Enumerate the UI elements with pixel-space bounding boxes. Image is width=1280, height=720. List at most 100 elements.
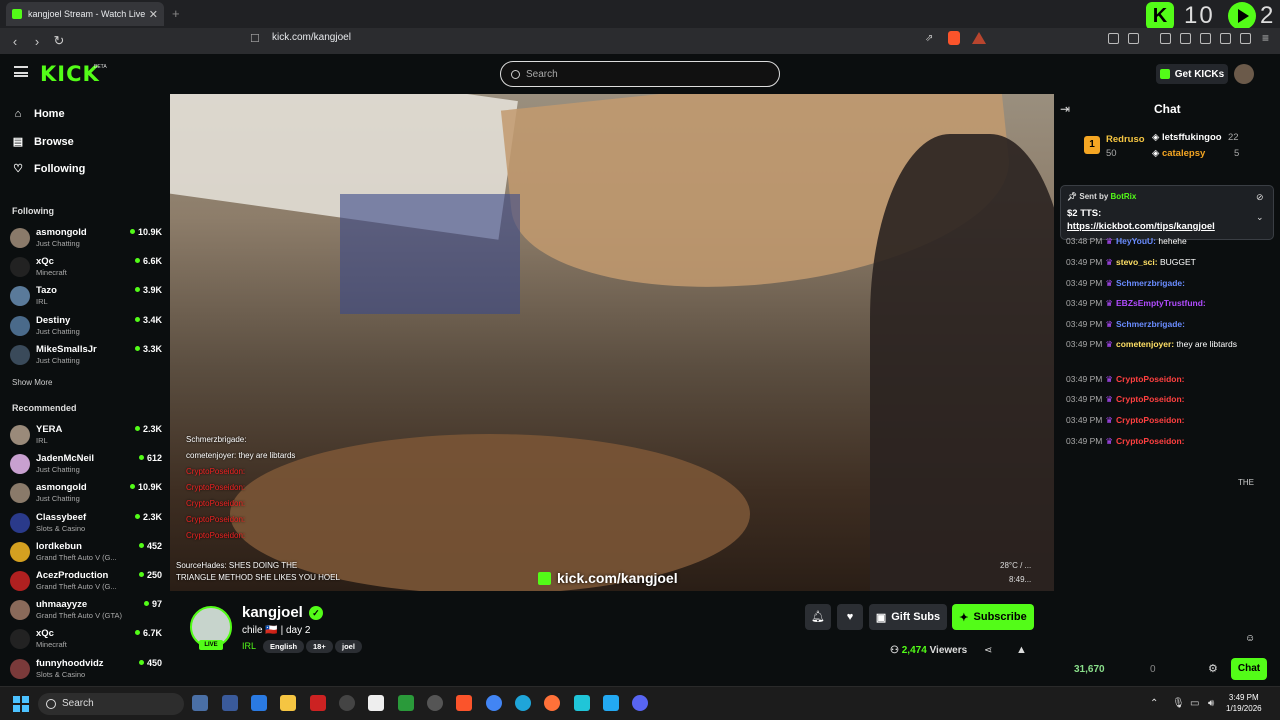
- app-icon[interactable]: [339, 695, 355, 711]
- reload-icon[interactable]: ↻: [48, 33, 70, 49]
- extension-icon[interactable]: [1128, 33, 1139, 44]
- pinned-message[interactable]: 📌︎ Sent by BotRix $2 TTS: https://kickbo…: [1060, 185, 1274, 240]
- chat-username[interactable]: Schmerzbrigade:: [1116, 278, 1185, 288]
- chat-message[interactable]: 03:49 PM ♛ Schmerzbrigade:: [1066, 319, 1185, 330]
- chat-message[interactable]: 03:49 PM ♛ cometenjoyer: they are libtards: [1066, 339, 1237, 350]
- streamer-name[interactable]: kangjoel ✓: [242, 604, 323, 621]
- report-icon[interactable]: ▲: [1016, 644, 1027, 656]
- brave-browser-icon[interactable]: [456, 695, 472, 711]
- chat-username[interactable]: cometenjoyer:: [1116, 339, 1174, 349]
- app-icon[interactable]: [310, 695, 326, 711]
- notification-bell-button[interactable]: 🔔︎: [805, 604, 831, 630]
- subscribe-button[interactable]: ✦ Subscribe: [952, 604, 1034, 630]
- discord-icon[interactable]: [632, 695, 648, 711]
- chat-message[interactable]: 03:49 PM ♛ CryptoPoseidon:: [1066, 415, 1185, 426]
- pinned-link[interactable]: https://kickbot.com/tips/kangjoel: [1067, 221, 1215, 232]
- chat-message[interactable]: 03:49 PM ♛ CryptoPoseidon:: [1066, 394, 1185, 405]
- chat-username[interactable]: stevo_sci:: [1116, 257, 1158, 267]
- chat-settings-icon[interactable]: ⚙: [1208, 662, 1218, 675]
- app-icon[interactable]: [427, 695, 443, 711]
- chat-username[interactable]: HeyYouU:: [1116, 236, 1156, 246]
- chat-username[interactable]: Schmerzbrigade:: [1116, 319, 1185, 329]
- stream-category[interactable]: IRL: [242, 641, 256, 651]
- video-player[interactable]: [170, 94, 1054, 591]
- sidebar-channel[interactable]: asmongold Just Chatting 10.9K: [10, 224, 162, 253]
- share-icon[interactable]: ⋖: [984, 645, 992, 656]
- sidebar-item-home[interactable]: ⌂ Home: [12, 108, 65, 120]
- sidebar-item-following[interactable]: ♡ Following: [12, 162, 85, 176]
- browser-tab[interactable]: kangjoel Stream - Watch Live ✕: [6, 2, 164, 26]
- send-chat-button[interactable]: Chat: [1231, 658, 1267, 680]
- sidebar-icon[interactable]: [1180, 33, 1191, 44]
- extension-icon[interactable]: [1108, 33, 1119, 44]
- sidebar-channel[interactable]: MikeSmallsJr Just Chatting 3.3K: [10, 341, 162, 370]
- sidebar-channel[interactable]: xQc Minecraft 6.7K: [10, 625, 162, 654]
- tag-english[interactable]: English: [263, 640, 305, 653]
- mic-icon[interactable]: 🎙︎: [1172, 698, 1185, 709]
- chat-username[interactable]: CryptoPoseidon:: [1116, 415, 1184, 425]
- chat-message[interactable]: 03:49 PM ♛ stevo_sci: BUGGET: [1066, 257, 1196, 268]
- kick-logo[interactable]: KICK: [40, 62, 100, 86]
- task-view-icon[interactable]: [192, 695, 208, 711]
- gifter-2[interactable]: ◈ letsffukingoo: [1152, 132, 1222, 143]
- sidebar-channel[interactable]: AcezProduction Grand Theft Auto V (G... 25…: [10, 567, 162, 596]
- chat-message[interactable]: 03:49 PM ♛ EBZsEmptyTrustfund:: [1066, 298, 1206, 309]
- sidebar-channel[interactable]: Classybeef Slots & Casino 2.3K: [10, 509, 162, 538]
- app-icon[interactable]: [574, 695, 590, 711]
- edge-icon[interactable]: [515, 695, 531, 711]
- chat-message[interactable]: 03:49 PM ♛ Schmerzbrigade:: [1066, 278, 1185, 289]
- sidebar-channel[interactable]: Destiny Just Chatting 3.4K: [10, 312, 162, 341]
- new-tab-button[interactable]: +: [172, 6, 180, 21]
- share-page-icon[interactable]: ⇗: [925, 33, 933, 44]
- show-more-link[interactable]: Show More: [12, 378, 52, 387]
- network-icon[interactable]: ▭: [1190, 698, 1199, 709]
- gifter-3[interactable]: ◈ catalepsy: [1152, 148, 1205, 159]
- taskbar-clock[interactable]: 3:49 PM 1/19/2026: [1226, 692, 1262, 714]
- sidebar-channel[interactable]: xQc Minecraft 6.6K: [10, 253, 162, 282]
- chat-message[interactable]: 03:49 PM ♛ CryptoPoseidon:: [1066, 374, 1185, 385]
- brave-shield-icon[interactable]: [948, 31, 960, 45]
- music-icon[interactable]: [1160, 33, 1171, 44]
- chat-username[interactable]: CryptoPoseidon:: [1116, 394, 1184, 404]
- hamburger-menu-icon[interactable]: [14, 66, 28, 77]
- back-icon[interactable]: ‹: [4, 34, 26, 49]
- tray-chevron-icon[interactable]: ⌃: [1150, 698, 1158, 709]
- tag-18plus[interactable]: 18+: [306, 640, 333, 653]
- vpn-icon[interactable]: [1240, 33, 1251, 44]
- sidebar-channel[interactable]: funnyhoodvidz Slots & Casino 450: [10, 655, 162, 684]
- user-avatar[interactable]: [1234, 64, 1254, 84]
- chrome-icon[interactable]: [486, 695, 502, 711]
- collapse-chat-icon[interactable]: ⇥: [1060, 102, 1070, 116]
- app-icon[interactable]: [398, 695, 414, 711]
- wallet-icon[interactable]: [1200, 33, 1211, 44]
- sidebar-item-browse[interactable]: ▤ Browse: [12, 135, 74, 149]
- ai-icon[interactable]: [1220, 33, 1231, 44]
- chat-message[interactable]: 03:49 PM ♛ CryptoPoseidon:: [1066, 436, 1185, 447]
- firefox-icon[interactable]: [544, 695, 560, 711]
- gift-subs-button[interactable]: ▣ Gift Subs: [869, 604, 947, 630]
- sidebar-channel[interactable]: uhmaayyze Grand Theft Auto V (GTA) 97: [10, 596, 162, 625]
- chat-username[interactable]: EBZsEmptyTrustfund:: [1116, 298, 1206, 308]
- get-kicks-button[interactable]: Get KICKs: [1156, 64, 1228, 84]
- follow-heart-button[interactable]: ♥: [837, 604, 863, 630]
- menu-icon[interactable]: ≡: [1262, 31, 1269, 45]
- app-icon[interactable]: [251, 695, 267, 711]
- url-field[interactable]: kick.com/kangjoel: [272, 32, 351, 43]
- file-explorer-icon[interactable]: [280, 695, 296, 711]
- unpin-icon[interactable]: ⊘: [1256, 192, 1264, 203]
- brave-rewards-icon[interactable]: [972, 32, 986, 44]
- sidebar-channel[interactable]: asmongold Just Chatting 10.9K: [10, 479, 162, 508]
- sidebar-channel[interactable]: Tazo IRL 3.9K: [10, 282, 162, 311]
- top-gifter-name[interactable]: Redruso: [1106, 134, 1145, 145]
- channel-points[interactable]: 31,670: [1074, 664, 1105, 675]
- volume-icon[interactable]: 🔊︎: [1208, 698, 1214, 709]
- tag-joel[interactable]: joel: [335, 640, 362, 653]
- forward-icon[interactable]: ›: [26, 34, 48, 49]
- chevron-down-icon[interactable]: ⌄: [1256, 212, 1264, 223]
- app-icon[interactable]: [222, 695, 238, 711]
- tab-close-icon[interactable]: ✕: [149, 8, 158, 21]
- taskbar-search[interactable]: Search: [38, 693, 184, 715]
- search-input[interactable]: Search: [500, 61, 780, 87]
- chat-message[interactable]: 03:48 PM ♛ HeyYouU: hehehe: [1066, 236, 1187, 247]
- sidebar-channel[interactable]: lordkebun Grand Theft Auto V (G... 452: [10, 538, 162, 567]
